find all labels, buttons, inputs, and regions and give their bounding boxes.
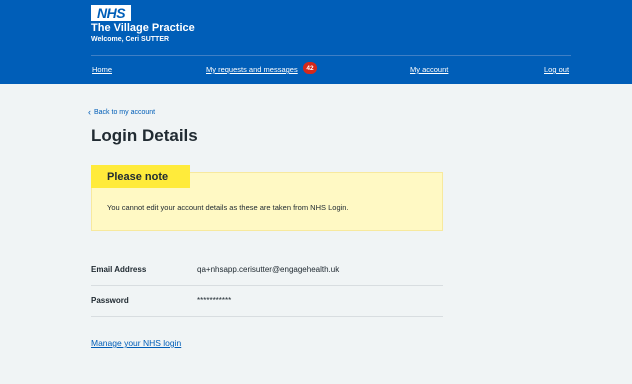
notice-text: You cannot edit your account details as … — [107, 203, 349, 212]
email-value: qa+nhsapp.cerisutter@engagehealth.uk — [197, 265, 340, 274]
nav-requests-link[interactable]: My requests and messages — [206, 65, 298, 74]
row-divider — [91, 316, 443, 317]
password-label: Password — [91, 296, 129, 305]
practice-name: The Village Practice — [91, 22, 195, 34]
nav-account-link[interactable]: My account — [410, 65, 448, 74]
header-divider — [91, 55, 571, 56]
nhs-logo[interactable]: NHS — [91, 5, 131, 21]
chevron-left-icon: ‹ — [88, 107, 91, 117]
notice-title: Please note — [91, 165, 190, 188]
nav-logout-link[interactable]: Log out — [544, 65, 569, 74]
manage-nhs-login-link[interactable]: Manage your NHS login — [91, 338, 181, 348]
row-divider — [91, 285, 443, 286]
nav-home-link[interactable]: Home — [92, 65, 112, 74]
back-link-label: Back to my account — [94, 109, 156, 116]
welcome-text: Welcome, Ceri SUTTER — [91, 36, 170, 43]
email-label: Email Address — [91, 265, 147, 274]
site-header: NHS The Village Practice Welcome, Ceri S… — [0, 0, 632, 84]
messages-count-badge: 42 — [303, 62, 317, 74]
page-title: Login Details — [91, 126, 198, 145]
nhs-logo-text: NHS — [96, 5, 126, 21]
password-value: *********** — [197, 296, 232, 305]
back-link[interactable]: ‹ Back to my account — [88, 107, 156, 117]
